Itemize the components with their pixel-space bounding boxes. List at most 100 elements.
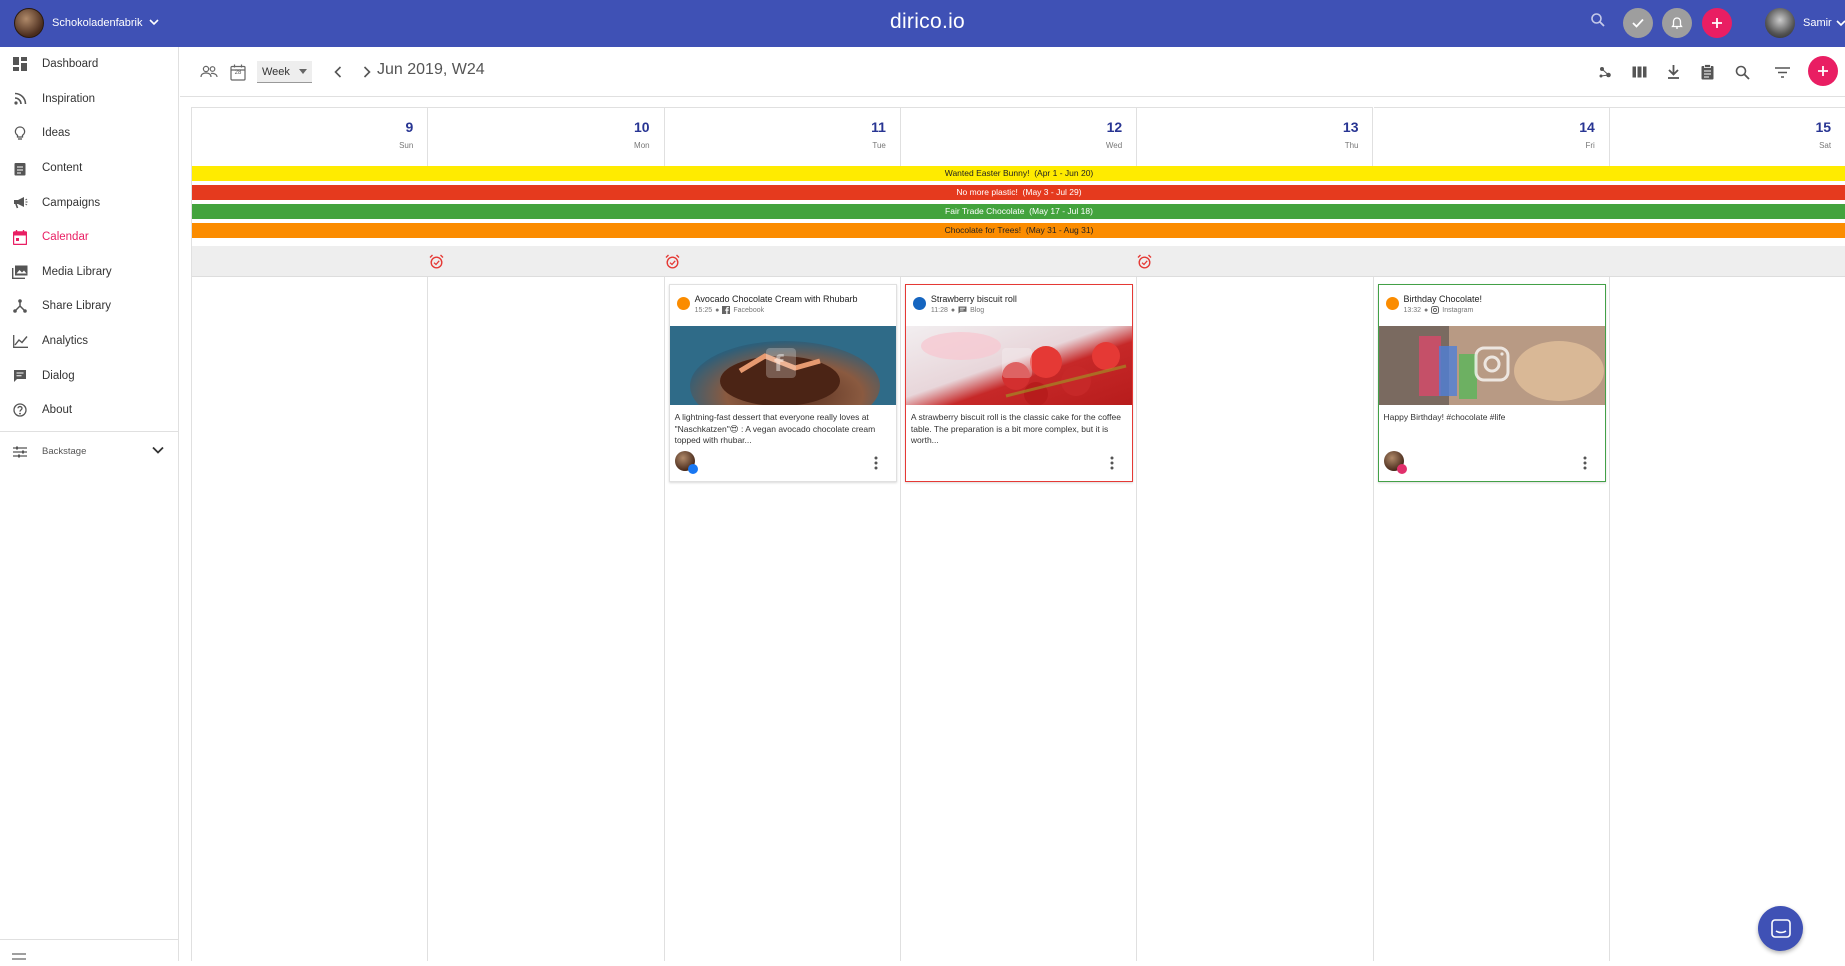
post-title: Strawberry biscuit roll [930, 294, 1017, 304]
create-button[interactable] [1702, 8, 1732, 38]
post-time: 11:28 [930, 306, 948, 314]
share-nodes-icon[interactable] [1594, 61, 1616, 83]
view-select[interactable]: Week [257, 61, 312, 83]
sidebar-item-label: Calendar [42, 231, 89, 244]
filter-icon[interactable] [1771, 61, 1793, 83]
photo-library-icon [12, 264, 28, 280]
day-column-divider [1608, 277, 1610, 961]
chart-line-icon [12, 333, 28, 349]
sidebar-item-ideas[interactable]: Ideas [0, 116, 178, 151]
post-card[interactable]: Birthday Chocolate! 13:32 ● Instagram Happy … [1377, 284, 1606, 482]
sidebar-item-label: Campaigns [42, 196, 101, 209]
search-icon[interactable] [1731, 61, 1753, 83]
day-header[interactable]: 11 Tue [664, 107, 901, 166]
day-of-week: Fri [1585, 141, 1595, 150]
more-vert-icon[interactable] [1110, 456, 1120, 470]
day-number: 13 [1342, 119, 1359, 135]
rss-icon [12, 91, 28, 107]
day-header[interactable]: 15 Sat [1609, 107, 1845, 166]
post-network: Instagram [1442, 306, 1474, 314]
more-vert-icon[interactable] [874, 456, 884, 470]
reminder-row [192, 246, 1845, 277]
campaign-bar[interactable]: Wanted Easter Bunny! (Apr 1 - Jun 20) [192, 166, 1845, 181]
calendar-toolbar: 28 Week Jun 2019, W24 [180, 47, 1845, 97]
add-post-button[interactable] [1808, 56, 1838, 86]
day-header[interactable]: 10 Mon [428, 107, 665, 166]
blog-icon [958, 306, 967, 314]
chevron-left-icon[interactable] [327, 61, 349, 83]
chevron-down-icon [1836, 14, 1845, 32]
campaign-name: Wanted Easter Bunny! [944, 168, 1030, 178]
collapse-sidebar-button[interactable] [0, 939, 179, 961]
share-icon [12, 298, 28, 314]
chevron-right-icon[interactable] [356, 61, 378, 83]
campaign-bar[interactable]: Chocolate for Trees! (May 31 - Aug 31) [192, 223, 1845, 238]
view-columns-icon[interactable] [1628, 61, 1650, 83]
more-vert-icon[interactable] [1583, 456, 1593, 470]
sidebar-item-inspiration[interactable]: Inspiration [0, 82, 178, 117]
day-number: 10 [634, 119, 650, 135]
status-dot [912, 297, 926, 310]
day-header[interactable]: 14 Fri [1373, 107, 1610, 166]
chevron-down-icon[interactable] [152, 446, 164, 457]
sidebar-item-calendar[interactable]: Calendar [0, 220, 178, 255]
mini-calendar-day: 28 [234, 70, 242, 76]
sidebar-nav: Dashboard Inspiration Ideas Content Campaign… [0, 47, 178, 428]
day-of-week: Wed [1105, 141, 1123, 150]
alarm-clock-icon[interactable] [1137, 254, 1153, 270]
day-header[interactable]: 9 Sun [192, 107, 429, 166]
campaign-range: (May 3 - Jul 29) [1022, 187, 1082, 197]
sidebar-item-media-library[interactable]: Media Library [0, 255, 178, 290]
week-calendar: 9 Sun 10 Mon 11 Tue 12 Wed 13 Thu 14 Fri 15 Sat Wante… [191, 107, 1845, 961]
post-network: Blog [970, 306, 985, 314]
clipboard-icon[interactable] [1696, 61, 1718, 83]
post-text: Happy Birthday! #chocolate #life [1383, 412, 1506, 422]
sidebar-item-analytics[interactable]: Analytics [0, 324, 178, 359]
post-image: f [669, 326, 896, 405]
sidebar-item-dialog[interactable]: Dialog [0, 358, 178, 393]
sidebar-item-dashboard[interactable]: Dashboard [0, 47, 178, 82]
megaphone-icon [12, 195, 28, 211]
sidebar-item-about[interactable]: About [0, 393, 178, 428]
chat-icon [1770, 918, 1791, 938]
post-image [1378, 326, 1605, 405]
post-time: 13:32 [1403, 306, 1422, 314]
campaign-bar[interactable]: No more plastic! (May 3 - Jul 29) [192, 185, 1845, 200]
dashboard-icon [12, 56, 28, 72]
user-menu[interactable]: Samir [1765, 8, 1845, 38]
notifications-button[interactable] [1662, 8, 1692, 38]
svg-text:f: f [774, 352, 784, 377]
sidebar-item-label: Backstage [42, 446, 87, 458]
day-number: 12 [1106, 119, 1123, 135]
post-card[interactable]: Strawberry biscuit roll 11:28 ● Blog A straw… [904, 284, 1133, 482]
day-column-divider [899, 277, 901, 961]
sidebar-item-label: About [42, 404, 73, 417]
sidebar-item-label: Inspiration [42, 92, 96, 105]
tasks-button[interactable] [1623, 8, 1653, 38]
sidebar-item-share-library[interactable]: Share Library [0, 289, 178, 324]
team-icon[interactable] [198, 61, 220, 83]
download-icon[interactable] [1662, 61, 1684, 83]
plus-icon [1818, 66, 1828, 76]
status-dot [676, 297, 690, 310]
sidebar-divider [0, 430, 178, 432]
sidebar-item-label: Analytics [42, 335, 89, 348]
search-icon[interactable] [1590, 12, 1612, 34]
day-of-week: Sat [1819, 141, 1832, 150]
day-column-divider [1136, 277, 1138, 961]
sidebar-item-label: Share Library [42, 300, 112, 313]
sidebar-item-content[interactable]: Content [0, 151, 178, 186]
campaign-bar[interactable]: Fair Trade Chocolate (May 17 - Jul 18) [192, 204, 1845, 219]
day-header[interactable]: 12 Wed [900, 107, 1138, 166]
mini-calendar-icon[interactable]: 28 [227, 61, 249, 83]
alarm-clock-icon[interactable] [665, 254, 681, 270]
post-card[interactable]: Avocado Chocolate Cream with Rhubarb 15:2… [668, 284, 897, 482]
sidebar-item-backstage[interactable]: Backstage [0, 435, 178, 470]
day-number: 15 [1815, 119, 1832, 135]
campaign-name: Chocolate for Trees! [944, 225, 1022, 235]
campaign-range: (Apr 1 - Jun 20) [1034, 168, 1094, 178]
sidebar-item-campaigns[interactable]: Campaigns [0, 185, 178, 220]
day-header[interactable]: 13 Thu [1137, 107, 1374, 166]
alarm-clock-icon[interactable] [429, 254, 445, 270]
chat-launcher-button[interactable] [1758, 906, 1803, 951]
